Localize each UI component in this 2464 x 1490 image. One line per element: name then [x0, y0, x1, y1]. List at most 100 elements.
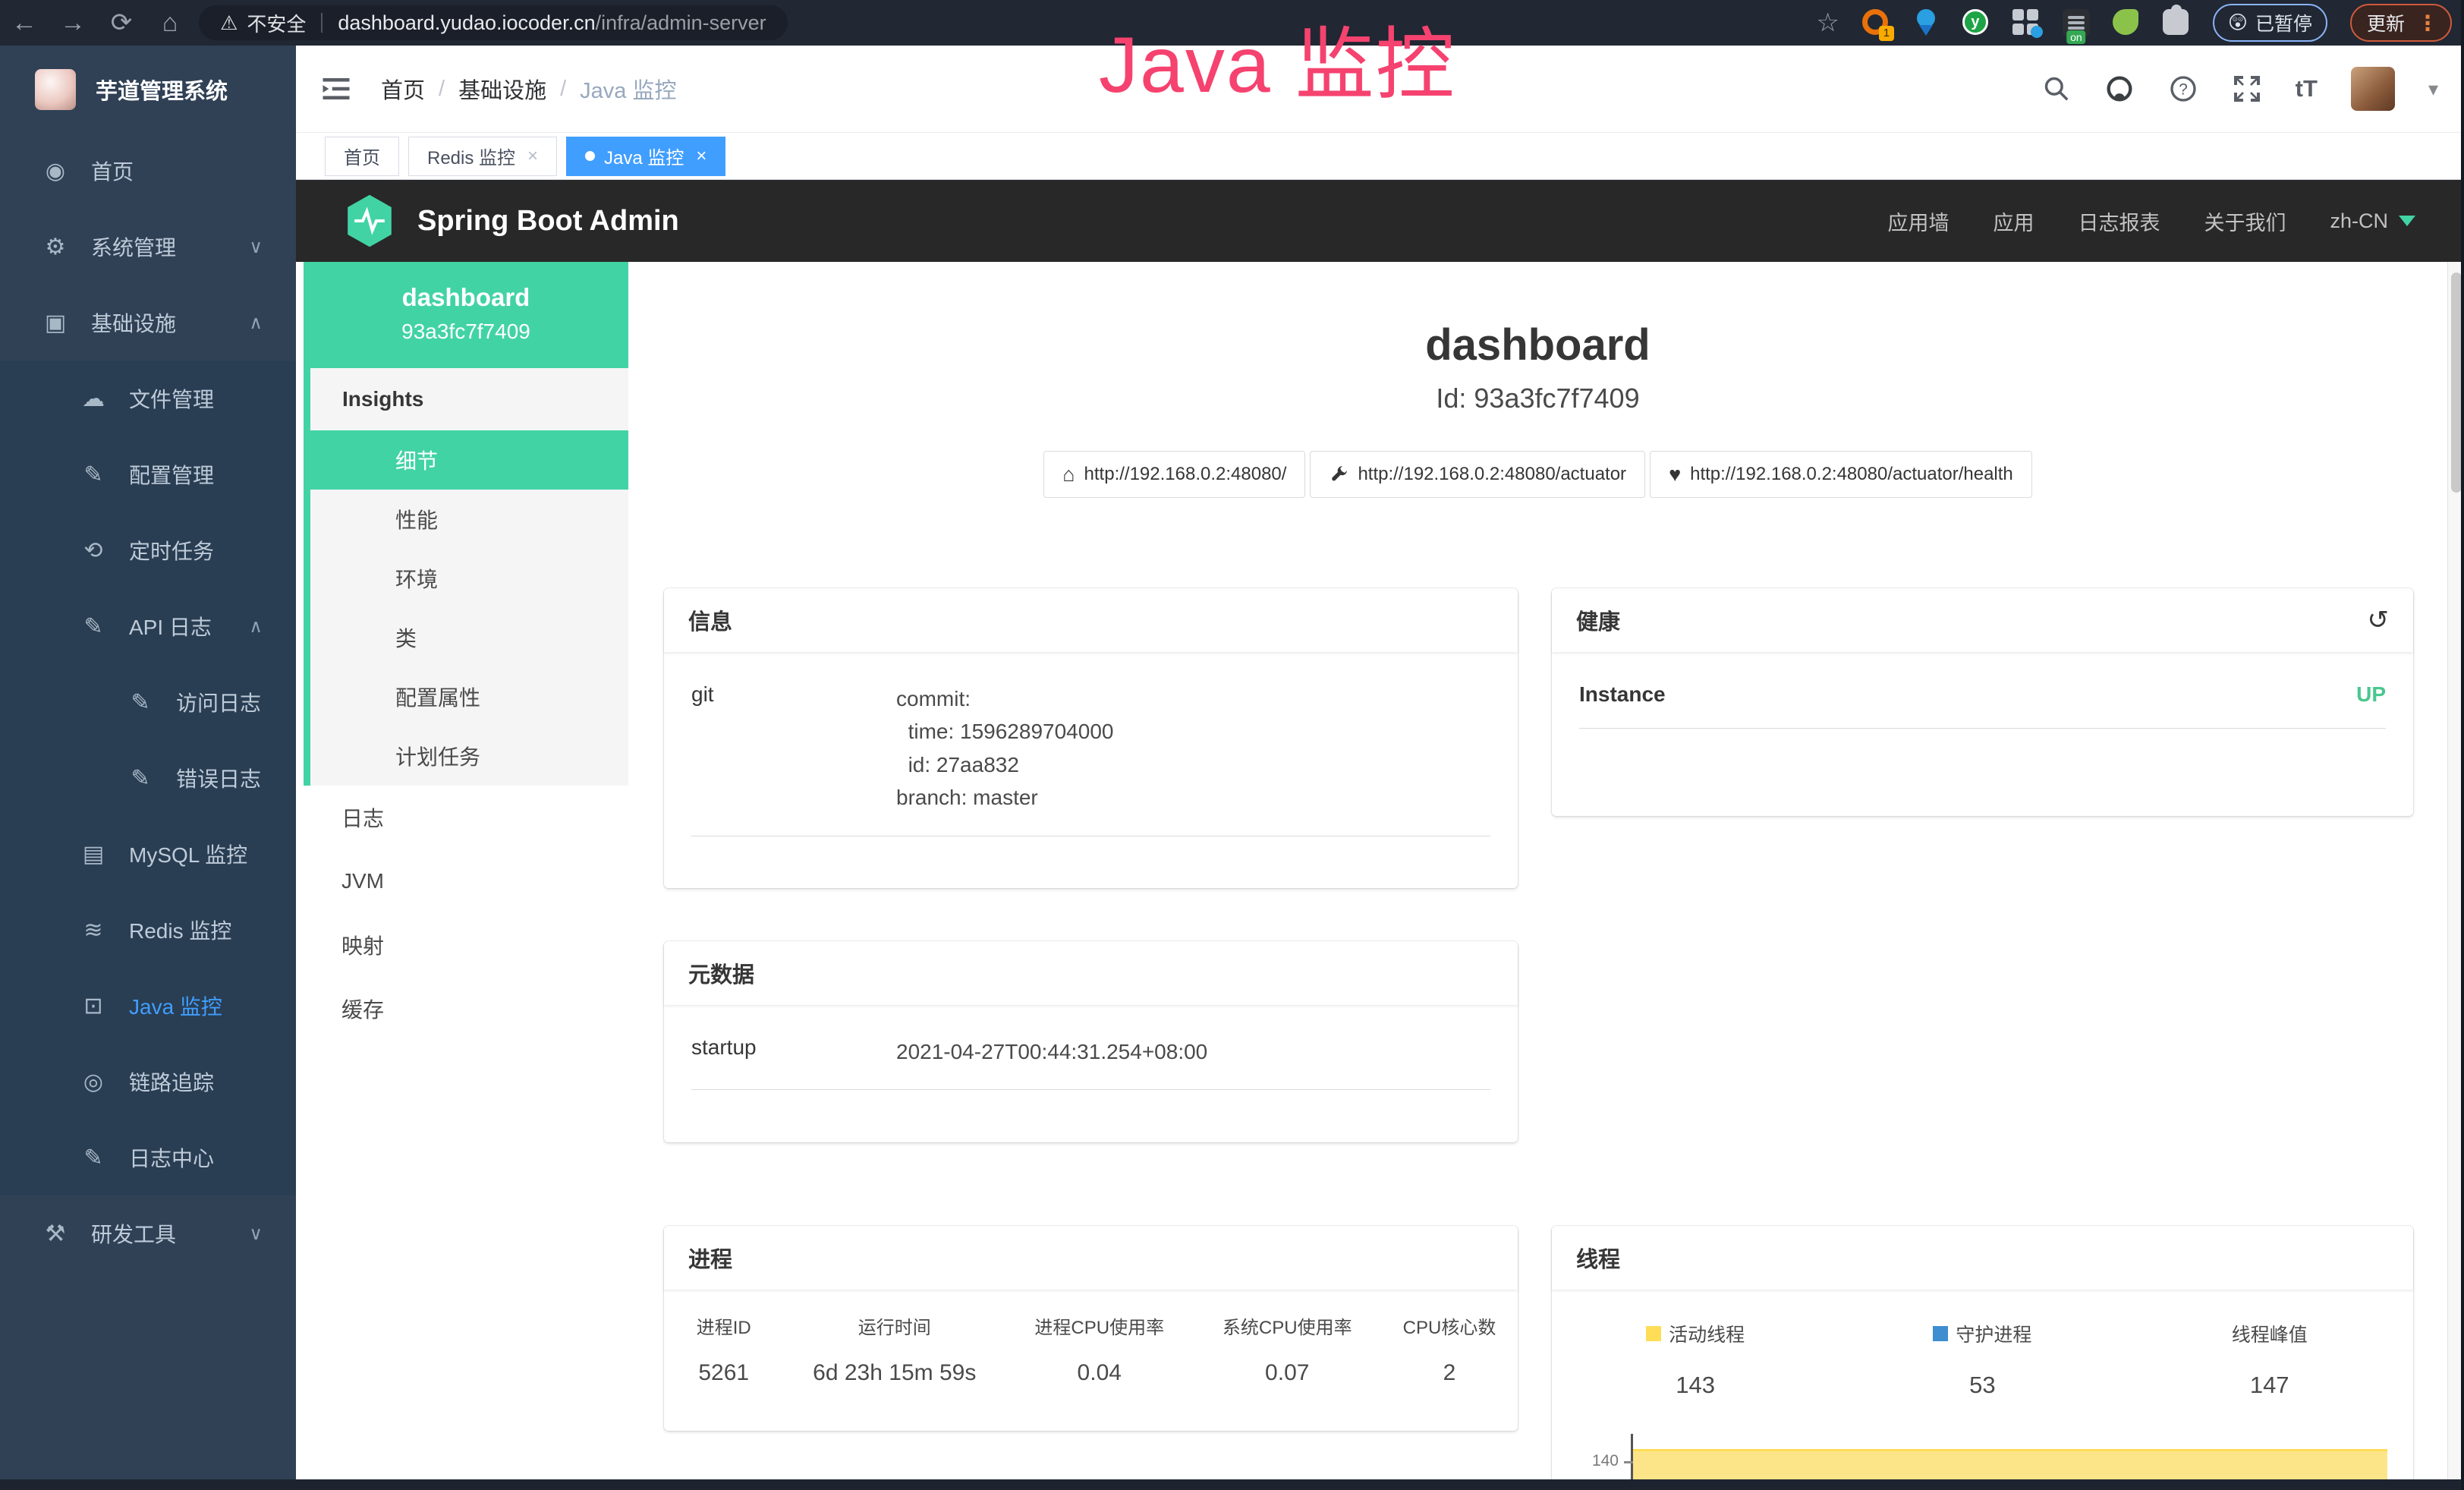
extension-icon-pin[interactable] [1912, 9, 1940, 36]
sidebar-item-dev-tools[interactable]: ⚒ 研发工具 ∨ [0, 1195, 296, 1271]
avatar-caret-down-icon[interactable]: ▾ [2428, 77, 2438, 101]
process-table-values: 5261 6d 23h 15m 59s 0.04 0.07 2 [664, 1360, 1518, 1386]
sba-menu-metrics[interactable]: 性能 [310, 490, 628, 549]
service-url-button[interactable]: ⌂ http://192.168.0.2:48080/ [1043, 451, 1305, 498]
extensions-puzzle-icon[interactable] [2163, 9, 2190, 36]
health-url-button[interactable]: ♥ http://192.168.0.2:48080/actuator/heal… [1650, 451, 2032, 498]
chevron-up-icon: ∧ [249, 616, 263, 638]
sidebar-item-error-logs[interactable]: ✎ 错误日志 [0, 740, 296, 816]
sba-menu-jvm[interactable]: JVM [304, 849, 628, 913]
sba-menu-logs[interactable]: 日志 [304, 786, 628, 849]
browser-reload-icon[interactable]: ⟳ [97, 8, 146, 38]
extension-icon-y[interactable]: y [1962, 9, 1990, 36]
sba-menu-details[interactable]: 细节 [310, 430, 628, 490]
monitor-icon: ▣ [38, 310, 73, 336]
profile-paused-pill[interactable]: 😲 已暂停 [2213, 4, 2327, 42]
history-icon[interactable]: ↺ [2368, 605, 2390, 635]
sba-menu-caches[interactable]: 缓存 [304, 977, 628, 1041]
sidebar-item-java-monitor[interactable]: ⊡ Java 监控 [0, 968, 296, 1044]
list-line-icon [2068, 21, 2085, 24]
page-title: dashboard [628, 320, 2447, 370]
browser-menu-kebab-icon[interactable]: ⋮ [2417, 11, 2438, 36]
sba-menu-classes[interactable]: 类 [310, 608, 628, 667]
help-icon[interactable]: ? [2168, 74, 2198, 104]
not-secure-warning-icon: ⚠ [220, 11, 238, 35]
health-card-title: 健康 [1576, 604, 1620, 636]
live-threads-area-series [1633, 1449, 2387, 1479]
url-host: dashboard.yudao.iocoder.cn [338, 11, 595, 35]
breadcrumb-separator: / [560, 77, 566, 102]
sba-nav-journal[interactable]: 日志报表 [2078, 206, 2160, 236]
sidebar-item-tracing[interactable]: ◎ 链路追踪 [0, 1044, 296, 1120]
font-size-icon[interactable]: tT [2296, 75, 2318, 102]
sidebar-item-access-logs[interactable]: ✎ 访问日志 [0, 664, 296, 740]
sba-instance-sidebar: dashboard 93a3fc7f7409 Insights 细节 性能 环境… [304, 262, 628, 1041]
paused-label: 已暂停 [2255, 9, 2312, 36]
info-row-git: git commit: time: 1596289704000 id: 27aa… [691, 682, 1490, 836]
home-icon: ⌂ [1062, 463, 1075, 487]
grid-blue-dot-icon [2031, 26, 2043, 38]
breadcrumb-separator: / [439, 77, 445, 102]
window-right-edge [2461, 0, 2464, 1490]
sba-menu-config-props[interactable]: 配置属性 [310, 667, 628, 726]
extension-icon-grid[interactable] [2012, 9, 2040, 36]
extension-icon-orange[interactable]: 1 [1862, 9, 1890, 36]
sba-nav: 应用墙 应用 日志报表 关于我们 zh-CN [1887, 206, 2415, 236]
process-table-header: 进程ID 运行时间 进程CPU使用率 系统CPU使用率 CPU核心数 [664, 1312, 1518, 1339]
endpoint-buttons: ⌂ http://192.168.0.2:48080/ http://192.1… [628, 451, 2447, 498]
cpu-cores-value: 2 [1381, 1360, 1518, 1386]
sba-nav-about[interactable]: 关于我们 [2204, 206, 2286, 236]
sba-menu-mappings[interactable]: 映射 [304, 913, 628, 977]
url-path: /infra/admin-server [596, 11, 766, 35]
sba-menu-scheduled-tasks[interactable]: 计划任务 [310, 726, 628, 786]
close-icon[interactable]: × [527, 146, 538, 167]
window-bottom-edge [0, 1479, 2464, 1490]
sidebar-item-api-logs[interactable]: ✎ API 日志 ∧ [0, 588, 296, 664]
grid-square-icon [2012, 24, 2024, 35]
log-icon: ✎ [76, 613, 111, 640]
metadata-row-startup: startup 2021-04-27T00:44:31.254+08:00 [691, 1035, 1490, 1090]
app-logo-row[interactable]: 芋道管理系统 [0, 46, 296, 133]
threads-card-title: 线程 [1552, 1226, 2413, 1290]
breadcrumb-infrastructure[interactable]: 基础设施 [458, 73, 546, 105]
locale-selector[interactable]: zh-CN [2330, 209, 2415, 233]
breadcrumb-home[interactable]: 首页 [381, 73, 425, 105]
github-icon[interactable] [2104, 74, 2135, 104]
tab-java-monitor[interactable]: Java 监控 × [566, 137, 725, 176]
browser-forward-icon[interactable]: → [49, 8, 97, 38]
sidebar-item-home[interactable]: ◉ 首页 [0, 133, 296, 209]
search-icon[interactable] [2042, 74, 2071, 103]
browser-home-icon[interactable]: ⌂ [146, 8, 194, 38]
sidebar-item-file-management[interactable]: ☁ 文件管理 [0, 361, 296, 436]
browser-back-icon[interactable]: ← [0, 8, 49, 38]
sidebar-item-system-management[interactable]: ⚙ 系统管理 ∨ [0, 209, 296, 285]
sidebar-item-log-center[interactable]: ✎ 日志中心 [0, 1120, 296, 1195]
caret-down-icon [2399, 216, 2415, 226]
extension-icon-list[interactable]: on [2063, 9, 2090, 36]
chart-plot-area [1631, 1434, 2387, 1479]
list-line-icon [2068, 16, 2085, 19]
actuator-url-button[interactable]: http://192.168.0.2:48080/actuator [1310, 451, 1645, 498]
sidebar-item-config-management[interactable]: ✎ 配置管理 [0, 436, 296, 512]
status-badge: UP [2356, 682, 2386, 707]
bookmark-star-icon[interactable]: ☆ [1816, 8, 1839, 38]
sidebar-item-scheduled-tasks[interactable]: ⟲ 定时任务 [0, 512, 296, 588]
tab-home[interactable]: 首页 [325, 137, 399, 176]
tab-redis-monitor[interactable]: Redis 监控 × [408, 137, 557, 176]
sidebar-item-mysql-monitor[interactable]: ▤ MySQL 监控 [0, 816, 296, 892]
sba-nav-applications[interactable]: 应用 [1993, 206, 2034, 236]
extension-icon-leaf[interactable] [2113, 9, 2140, 36]
sba-nav-wallboard[interactable]: 应用墙 [1887, 206, 1949, 236]
fullscreen-icon[interactable] [2232, 74, 2262, 104]
collapse-sidebar-icon[interactable] [320, 73, 352, 105]
sidebar-item-redis-monitor[interactable]: ≋ Redis 监控 [0, 892, 296, 968]
scrollbar-thumb[interactable] [2451, 272, 2462, 493]
sba-menu-environment[interactable]: 环境 [310, 549, 628, 608]
tools-icon: ⚒ [38, 1221, 73, 1247]
close-icon[interactable]: × [696, 146, 706, 167]
user-avatar[interactable] [2351, 67, 2395, 111]
process-card-title: 进程 [664, 1226, 1518, 1290]
sidebar-item-infrastructure[interactable]: ▣ 基础设施 ∧ [0, 285, 296, 361]
chrome-update-button[interactable]: 更新 ⋮ [2350, 4, 2452, 42]
address-bar[interactable]: ⚠ 不安全 dashboard.yudao.iocoder.cn/infra/a… [199, 5, 788, 40]
